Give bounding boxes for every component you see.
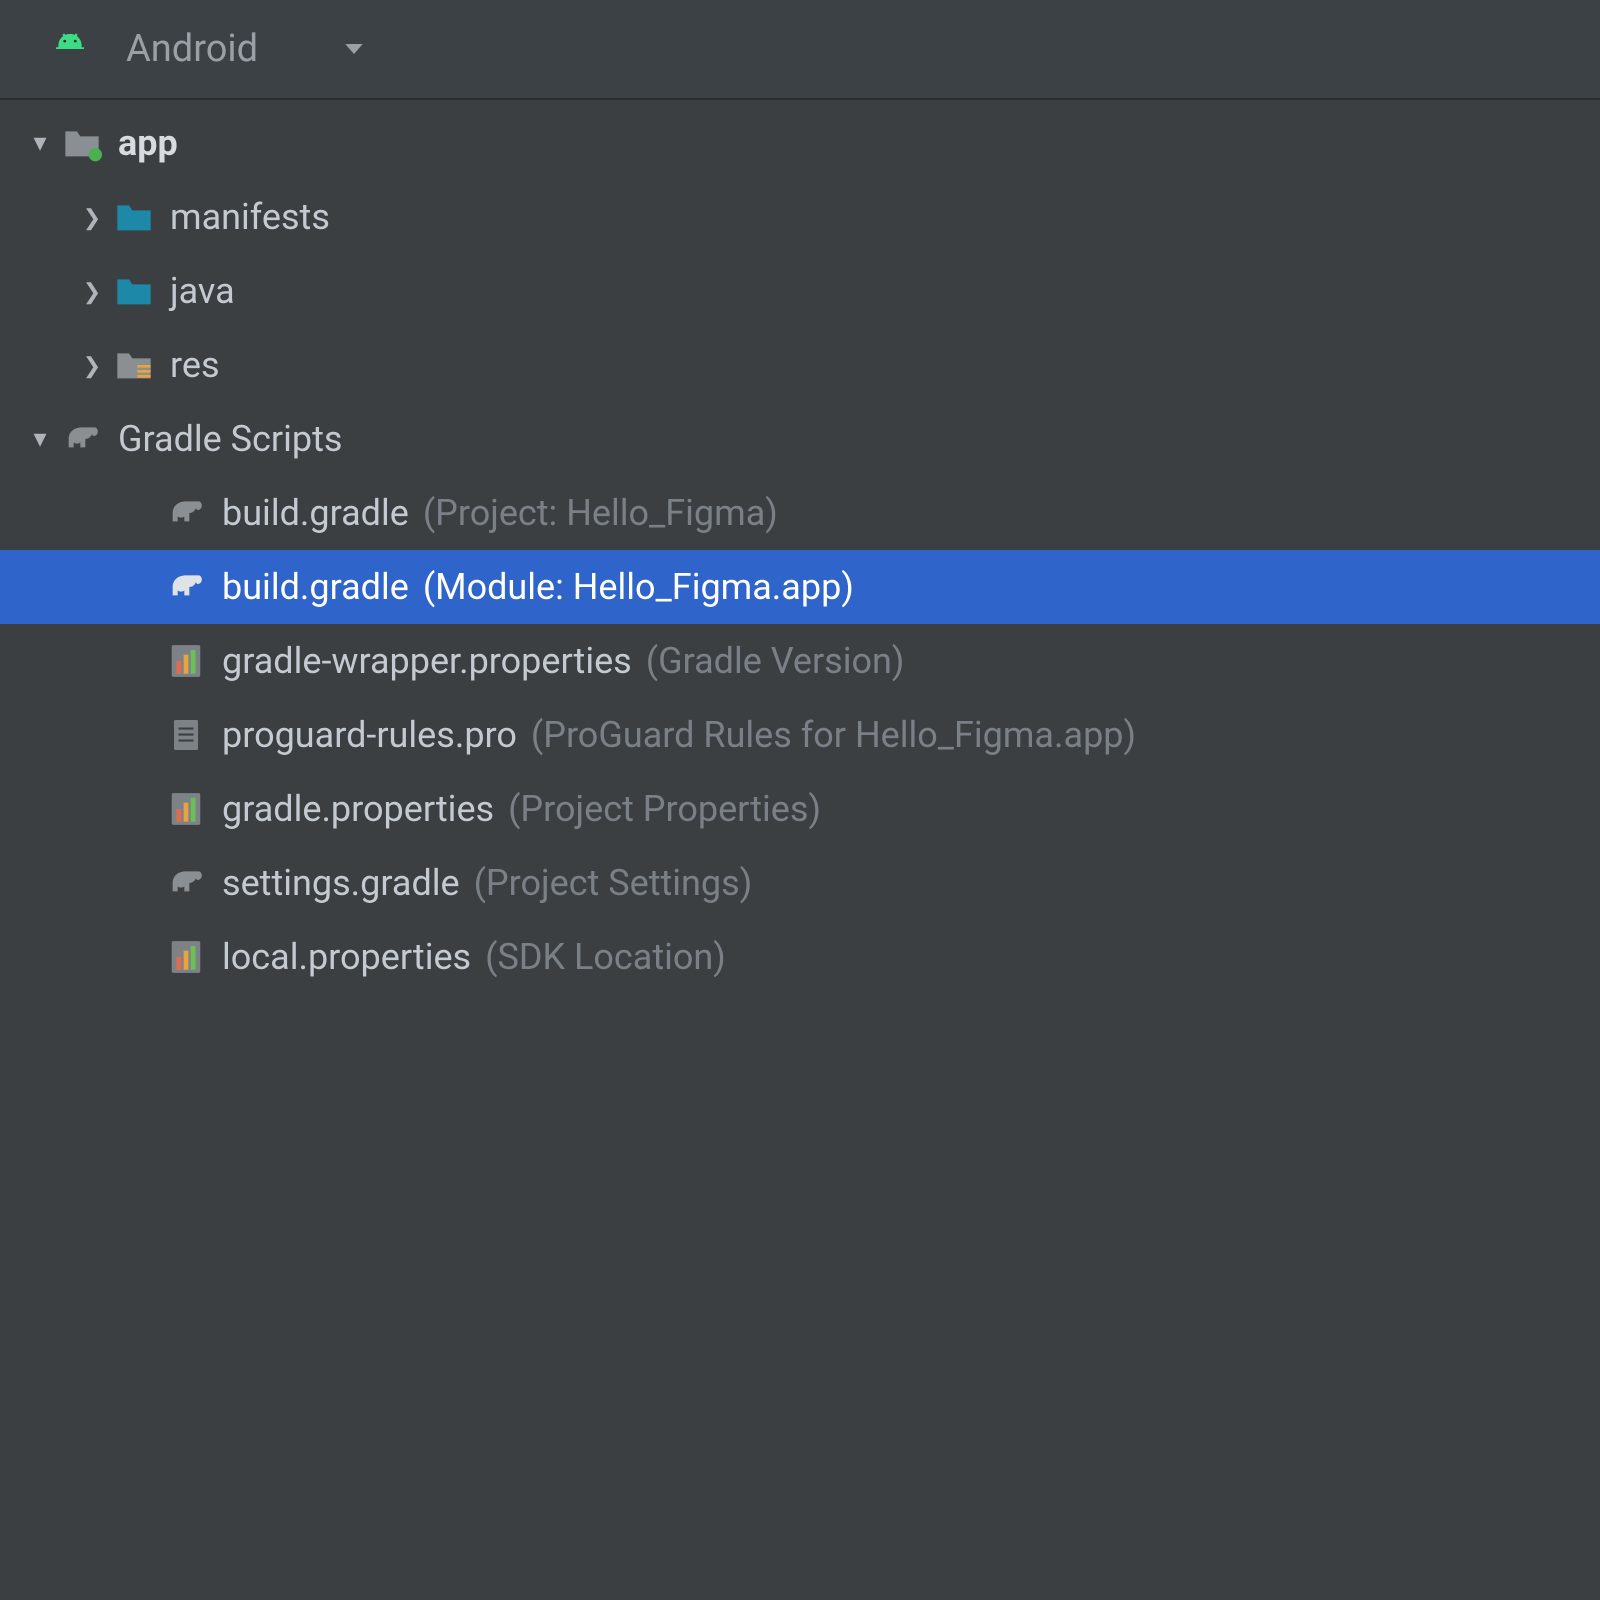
tree-node-label: build.gradle xyxy=(222,492,409,534)
tree-node-manifests[interactable]: manifests xyxy=(0,180,1600,254)
tree-node-hint: (Module: Hello_Figma.app) xyxy=(423,566,854,608)
tree-node-label: res xyxy=(170,344,220,386)
folder-icon xyxy=(112,269,156,313)
folder-icon xyxy=(112,195,156,239)
tree-node-label: java xyxy=(170,270,235,312)
tree-node-label: Gradle Scripts xyxy=(118,418,342,460)
tree-node-label: settings.gradle xyxy=(222,862,460,904)
caret-closed-icon[interactable] xyxy=(72,202,112,232)
properties-file-icon xyxy=(164,787,208,831)
gradle-elephant-icon xyxy=(164,565,208,609)
tree-node-proguard-rules[interactable]: proguard-rules.pro (ProGuard Rules for H… xyxy=(0,698,1600,772)
tree-node-build-gradle-module[interactable]: build.gradle (Module: Hello_Figma.app) xyxy=(0,550,1600,624)
android-robot-icon xyxy=(48,27,92,71)
tree-node-res[interactable]: res xyxy=(0,328,1600,402)
project-view-header[interactable]: Android xyxy=(0,0,1600,100)
text-file-icon xyxy=(164,713,208,757)
tree-node-app[interactable]: app xyxy=(0,106,1600,180)
properties-file-icon xyxy=(164,639,208,683)
module-folder-icon xyxy=(60,121,104,165)
tree-node-hint: (Gradle Version) xyxy=(646,640,905,682)
tree-node-hint: (Project: Hello_Figma) xyxy=(423,492,778,534)
caret-open-icon[interactable] xyxy=(20,128,60,158)
tree-node-label: gradle-wrapper.properties xyxy=(222,640,632,682)
tree-node-hint: (SDK Location) xyxy=(485,936,726,978)
tree-node-label: manifests xyxy=(170,196,330,238)
tree-node-gradle-properties[interactable]: gradle.properties (Project Properties) xyxy=(0,772,1600,846)
tree-node-java[interactable]: java xyxy=(0,254,1600,328)
tree-node-label: build.gradle xyxy=(222,566,409,608)
tree-node-local-properties[interactable]: local.properties (SDK Location) xyxy=(0,920,1600,994)
project-tree: app manifests java xyxy=(0,100,1600,994)
tree-node-label: proguard-rules.pro xyxy=(222,714,517,756)
caret-closed-icon[interactable] xyxy=(72,276,112,306)
gradle-elephant-icon xyxy=(164,861,208,905)
tree-node-hint: (Project Properties) xyxy=(508,788,821,830)
properties-file-icon xyxy=(164,935,208,979)
caret-open-icon[interactable] xyxy=(20,424,60,454)
tree-node-gradle-scripts[interactable]: Gradle Scripts xyxy=(0,402,1600,476)
tree-node-hint: (Project Settings) xyxy=(474,862,753,904)
tree-node-label: gradle.properties xyxy=(222,788,494,830)
tree-node-settings-gradle[interactable]: settings.gradle (Project Settings) xyxy=(0,846,1600,920)
gradle-elephant-icon xyxy=(164,491,208,535)
caret-closed-icon[interactable] xyxy=(72,350,112,380)
resources-folder-icon xyxy=(112,343,156,387)
tree-node-hint: (ProGuard Rules for Hello_Figma.app) xyxy=(531,714,1136,756)
tree-node-build-gradle-project[interactable]: build.gradle (Project: Hello_Figma) xyxy=(0,476,1600,550)
project-view-selector-label: Android xyxy=(126,27,258,71)
gradle-elephant-icon xyxy=(60,417,104,461)
tree-node-label: local.properties xyxy=(222,936,471,978)
chevron-down-icon[interactable] xyxy=(332,27,376,71)
tree-node-gradle-wrapper-properties[interactable]: gradle-wrapper.properties (Gradle Versio… xyxy=(0,624,1600,698)
tree-node-label: app xyxy=(118,122,178,164)
